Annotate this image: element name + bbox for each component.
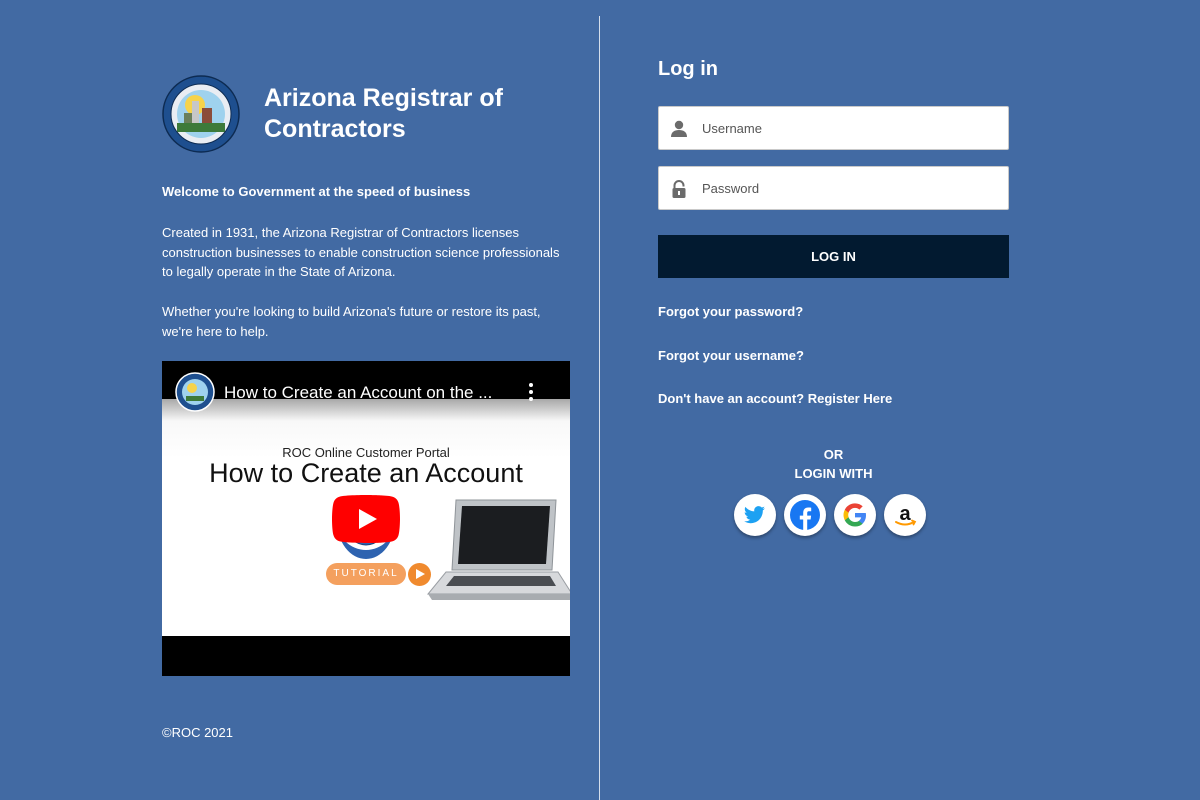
youtube-play-icon[interactable] xyxy=(332,495,400,543)
login-with-text: LOGIN WITH xyxy=(794,466,873,481)
tutorial-badge: TUTORIAL xyxy=(326,563,406,585)
twitter-icon xyxy=(744,506,765,524)
video-heading: How to Create an Account xyxy=(209,458,523,488)
username-field[interactable] xyxy=(658,106,1009,150)
social-login-buttons: a xyxy=(734,494,934,536)
facebook-icon xyxy=(790,500,820,530)
forgot-password-link[interactable]: Forgot your password? xyxy=(658,304,803,319)
register-link[interactable]: Don't have an account? Register Here xyxy=(658,391,892,406)
facebook-login-button[interactable] xyxy=(784,494,826,536)
tutorial-video-player[interactable]: How to Create an Account on the ... ROC … xyxy=(162,361,570,676)
password-field[interactable] xyxy=(658,166,1009,210)
amazon-login-button[interactable]: a xyxy=(884,494,926,536)
intro-paragraph-1: Created in 1931, the Arizona Registrar o… xyxy=(162,225,560,279)
intro-paragraph-2: Whether you're looking to build Arizona'… xyxy=(162,304,541,339)
panel-divider xyxy=(599,16,600,800)
login-title: Log in xyxy=(658,58,718,80)
password-input[interactable] xyxy=(702,167,998,209)
username-input[interactable] xyxy=(702,107,998,149)
login-button[interactable]: LOG IN xyxy=(658,235,1009,278)
svg-text:a: a xyxy=(899,503,911,525)
google-icon xyxy=(843,503,866,527)
laptop-icon xyxy=(426,499,570,600)
roc-seal-icon xyxy=(162,75,240,153)
twitter-login-button[interactable] xyxy=(734,494,776,536)
copyright-text: ©ROC 2021 xyxy=(162,725,233,740)
google-login-button[interactable] xyxy=(834,494,876,536)
social-login-heading: OR LOGIN WITH xyxy=(658,445,1009,483)
or-text: OR xyxy=(823,447,844,462)
more-options-icon[interactable] xyxy=(526,383,536,403)
video-title[interactable]: How to Create an Account on the ... xyxy=(224,383,509,403)
channel-avatar-icon[interactable] xyxy=(175,372,215,412)
user-icon xyxy=(671,120,687,137)
welcome-heading: Welcome to Government at the speed of bu… xyxy=(162,184,471,199)
forgot-username-link[interactable]: Forgot your username? xyxy=(658,348,804,363)
brand-header: Arizona Registrar of Contractors xyxy=(162,75,503,153)
org-name: Arizona Registrar of Contractors xyxy=(264,84,503,143)
amazon-icon: a xyxy=(895,503,917,526)
lock-icon xyxy=(672,180,686,198)
